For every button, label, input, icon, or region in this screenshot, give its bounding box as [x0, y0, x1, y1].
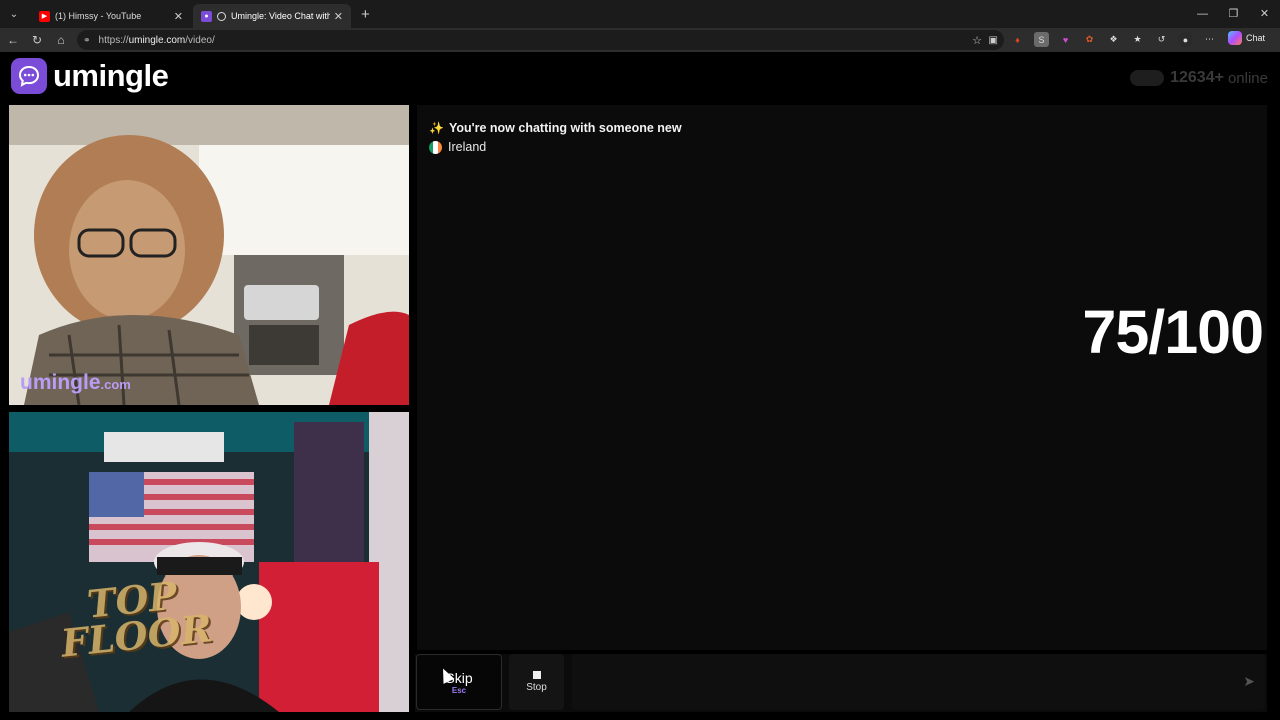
home-icon[interactable]: ⌂ [49, 33, 73, 47]
umingle-watermark: umingle.com [20, 371, 131, 395]
new-tab-icon[interactable]: + [361, 6, 370, 23]
stop-icon [532, 671, 541, 679]
system-message: ✨ You're now chatting with someone new [429, 121, 682, 135]
watermark-suffix: .com [100, 377, 131, 392]
stranger-video: umingle.com [9, 105, 409, 405]
extension-shield-icon[interactable]: ♥ [1058, 32, 1073, 47]
profile-avatar-icon[interactable]: ● [1178, 32, 1193, 47]
copilot-icon [1228, 31, 1242, 45]
browser-tab-youtube[interactable]: ▶ (1) Himssy - YouTube ✕ [31, 4, 191, 28]
score-overlay: 75/100 [1082, 298, 1264, 366]
url-host: umingle.com [128, 34, 186, 46]
url-prefix: https:// [98, 34, 129, 46]
skip-shortcut: Esc [451, 685, 467, 695]
youtube-icon: ▶ [39, 10, 50, 22]
country-name: Ireland [448, 140, 487, 154]
history-icon[interactable]: ↺ [1154, 32, 1169, 47]
extension-fox-icon[interactable]: ♦ [1010, 32, 1025, 47]
watermark-main: umingle [20, 371, 101, 394]
online-toggle[interactable] [1130, 70, 1165, 86]
chat-label: Chat [1246, 33, 1266, 43]
chat-bubble-icon [11, 58, 47, 94]
address-bar[interactable]: ⚭ https://umingle.com/video/ ☆ ▣ [77, 30, 1004, 50]
close-tab-icon[interactable]: ✕ [334, 10, 343, 23]
tab-title: Umingle: Video Chat with Stra [231, 11, 330, 21]
send-icon[interactable]: ➤ [1243, 673, 1255, 690]
back-icon[interactable]: ← [1, 33, 25, 47]
browser-tab-umingle[interactable]: ● Umingle: Video Chat with Stra ✕ [193, 4, 351, 28]
favorite-star-icon[interactable]: ☆ [972, 34, 982, 47]
restore-icon[interactable]: ❐ [1218, 0, 1249, 28]
stop-label: Stop [526, 682, 547, 693]
ireland-flag-icon [429, 140, 442, 154]
browser-tab-bar: ⌄ ▶ (1) Himssy - YouTube ✕ ● Umingle: Vi… [0, 0, 1280, 28]
umingle-icon: ● [201, 10, 212, 22]
extension-orange-icon[interactable]: ✿ [1082, 32, 1097, 47]
logo-text: umingle [53, 58, 169, 93]
online-label: online [1227, 69, 1268, 87]
close-tab-icon[interactable]: ✕ [174, 10, 183, 23]
site-info-icon[interactable]: ⚭ [83, 35, 91, 46]
tab-actions-menu-icon[interactable]: ⌄ [3, 3, 25, 25]
camera-in-use-icon[interactable]: ▣ [989, 35, 998, 46]
country-message: Ireland [429, 140, 486, 154]
refresh-icon[interactable]: ↻ [25, 33, 49, 47]
online-count: 12634+ [1170, 69, 1224, 86]
copilot-chat-button[interactable]: Chat [1228, 31, 1265, 45]
stop-button[interactable]: Stop [509, 654, 564, 710]
status-message: You're now chatting with someone new [448, 121, 682, 135]
more-menu-icon[interactable]: ⋯ [1202, 32, 1217, 47]
self-video-frame [9, 412, 409, 712]
message-input[interactable]: ➤ [572, 654, 1265, 710]
chat-panel: ✨ You're now chatting with someone new I… [417, 105, 1267, 650]
stranger-video-frame [9, 105, 409, 405]
favorites-icon[interactable]: ★ [1130, 32, 1145, 47]
online-indicator: 12634+ online [1130, 69, 1268, 87]
extensions-bar: ♦ S ♥ ✿ ❖ ★ ↺ ● ⋯ [1010, 32, 1217, 47]
umingle-page: umingle 12634+ online umingle.com TOP FL… [0, 52, 1280, 720]
recording-indicator-icon [217, 11, 226, 21]
window-controls: — ❐ ✕ [1187, 0, 1280, 28]
chat-controls: Skip Esc Stop ➤ [415, 654, 1267, 712]
umingle-logo[interactable]: umingle [11, 58, 169, 94]
extensions-puzzle-icon[interactable]: ❖ [1106, 32, 1121, 47]
self-video: TOP FLOOR [9, 412, 409, 712]
url-path: /video/ [185, 34, 215, 46]
sparkle-icon: ✨ [429, 121, 444, 135]
tab-title: (1) Himssy - YouTube [55, 11, 142, 21]
extension-s-icon[interactable]: S [1034, 32, 1049, 47]
minimize-icon[interactable]: — [1187, 0, 1218, 28]
window-close-icon[interactable]: ✕ [1249, 0, 1280, 28]
browser-toolbar: ← ↻ ⌂ ⚭ https://umingle.com/video/ ☆ ▣ ♦… [0, 28, 1280, 52]
skip-button[interactable]: Skip Esc [416, 654, 502, 710]
top-floor-watermark: TOP FLOOR [56, 573, 214, 666]
